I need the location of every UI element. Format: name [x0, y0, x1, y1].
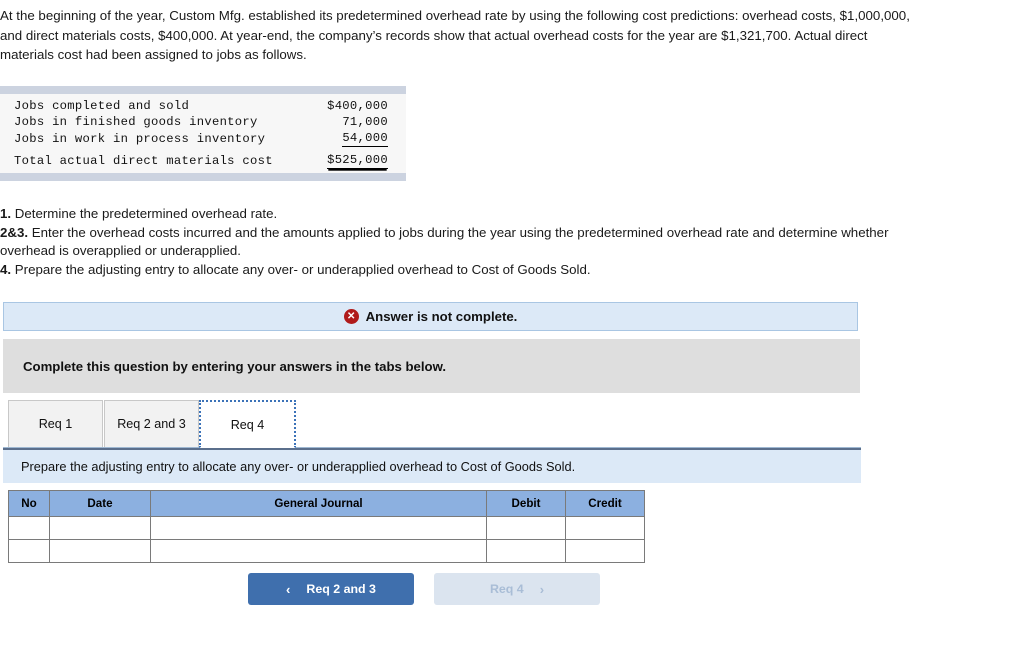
cost-row-amount: 71,000 — [342, 115, 388, 129]
journal-header-debit: Debit — [486, 490, 566, 517]
complete-question-instruction: Complete this question by entering your … — [3, 339, 860, 393]
general-journal-table: No Date General Journal Debit Credit — [8, 490, 645, 563]
cost-total-amount: $525,000 — [327, 153, 388, 169]
requirement-4-number: 4. — [0, 261, 12, 277]
table-body: Jobs completed and sold $400,000 Jobs in… — [0, 94, 406, 173]
requirement-1-text: Determine the predetermined overhead rat… — [11, 206, 278, 221]
next-req-button[interactable]: Req 4 › — [434, 573, 600, 605]
tab-req-2-and-3-label: Req 2 and 3 — [117, 417, 186, 431]
cost-row-amount: 54,000 — [342, 131, 388, 147]
table-row: Jobs in finished goods inventory 71,000 — [0, 114, 406, 130]
journal-header-no: No — [8, 490, 50, 517]
answer-status-banner: ✕ Answer is not complete. — [3, 302, 858, 331]
tab-req-1[interactable]: Req 1 — [8, 400, 103, 447]
tab-req-4-label: Req 4 — [230, 417, 265, 432]
journal-header-row: No Date General Journal Debit Credit — [8, 490, 645, 517]
requirement-1-number: 1. — [0, 206, 12, 221]
question-page: At the beginning of the year, Custom Mfg… — [0, 0, 1024, 648]
table-row: Jobs in work in process inventory 54,000 — [0, 130, 406, 148]
chevron-left-icon: ‹ — [286, 581, 291, 597]
problem-statement: At the beginning of the year, Custom Mfg… — [0, 8, 910, 62]
previous-req-label: Req 2 and 3 — [306, 582, 376, 596]
journal-cell-credit[interactable] — [565, 539, 645, 563]
previous-req-button[interactable]: ‹ Req 2 and 3 — [248, 573, 414, 605]
journal-header-date: Date — [49, 490, 151, 517]
journal-cell-debit[interactable] — [486, 516, 566, 540]
cost-total-label: Total actual direct materials cost — [14, 154, 273, 168]
requirement-2-3: 2&3. Enter the overhead costs incurred a… — [0, 224, 946, 261]
table-row-total: Total actual direct materials cost $525,… — [0, 148, 406, 170]
cost-row-amount: $400,000 — [327, 99, 388, 113]
requirement-4-text: Prepare the adjusting entry to allocate … — [11, 261, 591, 277]
journal-cell-credit[interactable] — [565, 516, 645, 540]
cost-row-label: Jobs completed and sold — [14, 99, 190, 113]
journal-cell-no[interactable] — [8, 539, 50, 563]
journal-cell-account[interactable] — [150, 516, 487, 540]
requirement-1: 1. Determine the predetermined overhead … — [0, 205, 946, 224]
tab-req-2-and-3[interactable]: Req 2 and 3 — [104, 400, 199, 447]
journal-cell-debit[interactable] — [486, 539, 566, 563]
tab-instruction-bar: Prepare the adjusting entry to allocate … — [3, 448, 861, 483]
journal-cell-account[interactable] — [150, 539, 487, 563]
journal-header-general-journal: General Journal — [150, 490, 487, 517]
direct-materials-cost-table: Jobs completed and sold $400,000 Jobs in… — [0, 86, 406, 181]
tab-req-1-label: Req 1 — [38, 417, 73, 431]
error-x-icon: ✕ — [343, 309, 359, 324]
journal-row — [8, 516, 645, 540]
journal-header-credit: Credit — [565, 490, 645, 517]
answer-status-text: Answer is not complete. — [365, 309, 518, 324]
cost-row-label: Jobs in finished goods inventory — [14, 115, 258, 129]
next-req-label: Req 4 — [489, 582, 524, 596]
journal-cell-date[interactable] — [49, 516, 151, 540]
requirement-4: 4. Prepare the adjusting entry to alloca… — [0, 261, 946, 280]
tab-instruction-text: Prepare the adjusting entry to allocate … — [21, 459, 576, 474]
journal-row — [8, 539, 645, 563]
complete-question-text: Complete this question by entering your … — [23, 358, 447, 374]
requirement-2-3-number: 2&3. — [0, 224, 29, 240]
requirement-tabs: Req 1 Req 2 and 3 Req 4 — [3, 400, 861, 448]
journal-cell-date[interactable] — [49, 539, 151, 563]
journal-cell-no[interactable] — [8, 516, 50, 540]
chevron-right-icon: › — [539, 581, 545, 597]
table-bottom-band — [0, 173, 406, 181]
requirements-list: 1. Determine the predetermined overhead … — [0, 205, 946, 279]
requirement-2-3-text: Enter the overhead costs incurred and th… — [0, 224, 889, 259]
cost-row-label: Jobs in work in process inventory — [14, 132, 266, 146]
tab-navigation: ‹ Req 2 and 3 Req 4 › — [248, 573, 600, 605]
table-top-band — [0, 86, 406, 94]
table-row: Jobs completed and sold $400,000 — [0, 98, 406, 114]
tab-req-4[interactable]: Req 4 — [199, 400, 296, 448]
